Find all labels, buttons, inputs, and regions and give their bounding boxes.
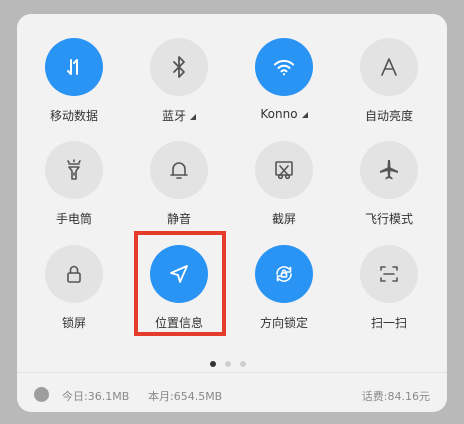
flashlight-button[interactable] — [45, 141, 103, 199]
tile-label: 手电筒 — [55, 212, 92, 226]
tile-auto-brightness[interactable]: 自动亮度 — [339, 38, 439, 138]
lock-icon — [67, 265, 81, 283]
tile-scan[interactable]: 扫一扫 — [339, 245, 439, 345]
wifi-network-label: Konno — [260, 107, 298, 121]
scan-icon — [380, 266, 398, 282]
rotation-lock-icon — [276, 266, 292, 282]
tile-bluetooth[interactable]: 蓝牙 — [129, 38, 229, 138]
flashlight-icon — [67, 159, 81, 180]
tile-rotation-lock[interactable]: 方向锁定 — [234, 245, 334, 345]
data-usage-footer: 今日:36.1MB 本月:654.5MB 话费:84.16元 — [17, 372, 447, 412]
tile-silent[interactable]: 静音 — [129, 141, 229, 241]
page-dot-active[interactable] — [210, 361, 216, 367]
tile-label: 移动数据 — [49, 109, 98, 123]
wifi-icon — [274, 59, 294, 76]
mobile-data-icon — [67, 59, 78, 75]
today-usage: 今日:36.1MB — [62, 390, 130, 403]
airplane-icon — [380, 160, 398, 180]
airplane-mode-button[interactable] — [360, 141, 418, 199]
month-usage: 本月:654.5MB — [148, 390, 223, 403]
phone-balance: 话费:84.16元 — [361, 390, 430, 403]
page-dot[interactable] — [240, 361, 246, 367]
screenshot-button[interactable] — [255, 141, 313, 199]
rotation-lock-button[interactable] — [255, 245, 313, 303]
tile-lock-screen[interactable]: 锁屏 — [24, 245, 124, 345]
lock-screen-button[interactable] — [45, 245, 103, 303]
tile-label: 锁屏 — [61, 316, 86, 330]
signal-indicator-icon — [190, 114, 196, 120]
tile-label: 自动亮度 — [364, 109, 413, 123]
bell-icon — [170, 162, 188, 179]
data-usage-toggle[interactable] — [34, 387, 49, 402]
signal-indicator-icon — [301, 112, 308, 118]
screenshot-icon — [275, 161, 293, 180]
scan-button[interactable] — [360, 245, 418, 303]
page-indicator — [210, 352, 255, 371]
tile-airplane-mode[interactable]: 飞行模式 — [339, 141, 439, 241]
tile-screenshot[interactable]: 截屏 — [234, 141, 334, 241]
bluetooth-label: 蓝牙 — [161, 109, 186, 123]
mobile-data-button[interactable] — [45, 38, 103, 96]
tile-label: 静音 — [166, 212, 191, 226]
highlight-box — [134, 231, 226, 336]
tile-label: 飞行模式 — [364, 212, 413, 226]
tile-label: 蓝牙 — [129, 107, 229, 124]
silent-button[interactable] — [150, 141, 208, 199]
tile-label: 方向锁定 — [259, 316, 308, 330]
tile-label: 扫一扫 — [370, 316, 407, 330]
tile-label: 截屏 — [271, 212, 296, 226]
tile-label: Konno — [234, 107, 334, 121]
wifi-button[interactable] — [255, 38, 313, 96]
auto-brightness-icon — [381, 58, 397, 76]
auto-brightness-button[interactable] — [360, 38, 418, 96]
tile-mobile-data[interactable]: 移动数据 — [24, 38, 124, 138]
page-dot[interactable] — [225, 361, 231, 367]
tile-wifi[interactable]: Konno — [234, 38, 334, 138]
bluetooth-button[interactable] — [150, 38, 208, 96]
bluetooth-icon — [173, 56, 185, 78]
tile-flashlight[interactable]: 手电筒 — [24, 141, 124, 241]
